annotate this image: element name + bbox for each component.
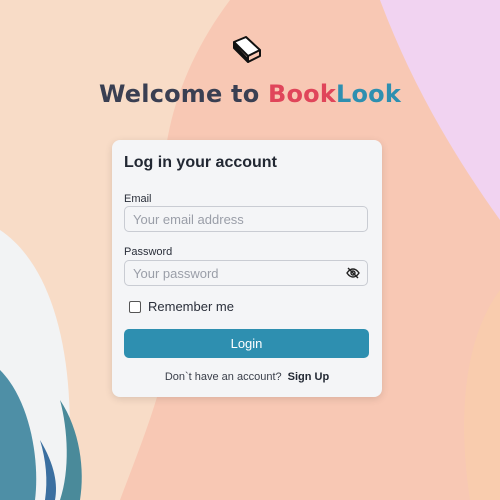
password-field[interactable] [124, 260, 368, 286]
password-label: Password [124, 246, 173, 258]
remember-checkbox[interactable] [129, 300, 141, 313]
email-label: Email [124, 193, 152, 205]
login-card: Log in your account Email Password Remem… [112, 140, 382, 397]
welcome-heading: Welcome to BookLook [0, 80, 500, 108]
brand-part-look: Look [336, 80, 402, 108]
welcome-prefix: Welcome to [98, 80, 268, 108]
remember-me[interactable]: Remember me [129, 299, 234, 314]
signup-link[interactable]: Sign Up [288, 371, 330, 383]
signup-row: Don`t have an account? Sign Up [112, 371, 382, 383]
remember-label: Remember me [148, 299, 234, 314]
eye-off-icon[interactable] [345, 265, 361, 281]
email-field[interactable] [124, 206, 368, 232]
card-title: Log in your account [124, 154, 277, 171]
login-button[interactable]: Login [124, 329, 369, 358]
brand-part-book: Book [267, 80, 336, 108]
brand-name: BookLook [268, 80, 401, 108]
no-account-text: Don`t have an account? [164, 371, 282, 383]
book-icon [228, 34, 264, 70]
